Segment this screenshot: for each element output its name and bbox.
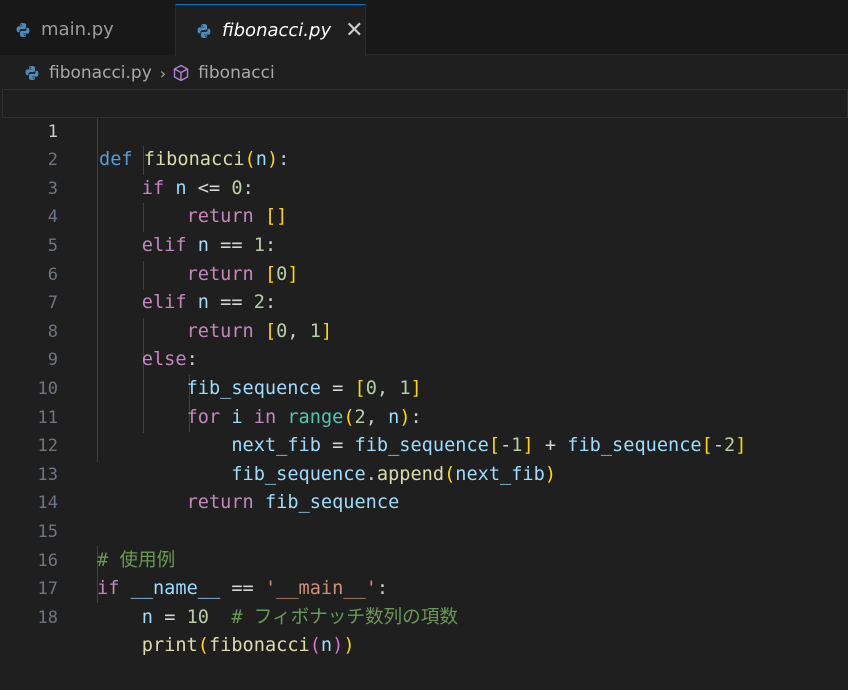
python-icon bbox=[16, 22, 30, 37]
code-line[interactable]: 10 for i in range(2, n): bbox=[0, 346, 848, 428]
code-editor[interactable]: 1 def fibonacci(n): 2 if n <= 0: 3 retur… bbox=[0, 89, 848, 657]
code-line[interactable]: 3 return [] bbox=[0, 146, 848, 228]
code-line[interactable]: 12 fib_sequence.append(next_fib) bbox=[0, 404, 848, 485]
code-line[interactable]: 15 # 使用例 bbox=[0, 489, 848, 571]
code-line[interactable]: 5 return [0] bbox=[0, 203, 848, 285]
code-line[interactable]: 11 next_fib = fib_sequence[-1] + fib_seq… bbox=[0, 375, 848, 457]
code-line[interactable]: 9 fib_sequence = [0, 1] bbox=[0, 318, 848, 399]
code-line[interactable]: 14 bbox=[0, 461, 848, 513]
code-line[interactable]: 17 n = 10 # フィボナッチ数列の項数 bbox=[0, 547, 848, 628]
code-line[interactable]: 6 elif n == 2: bbox=[0, 232, 848, 314]
chevron-right-icon: › bbox=[159, 63, 167, 83]
code-line[interactable]: 18 print(fibonacci(n)) bbox=[0, 575, 848, 657]
tab-fibonacci-py[interactable]: fibonacci.py ✕ bbox=[175, 4, 366, 56]
code-line[interactable]: 16 if __name__ == '__main__': bbox=[0, 518, 848, 600]
breadcrumb-symbol[interactable]: fibonacci bbox=[198, 63, 275, 83]
close-icon[interactable]: ✕ bbox=[345, 19, 363, 42]
line-number: 18 bbox=[37, 607, 58, 628]
symbol-method-icon bbox=[173, 64, 189, 82]
tab-bar: main.py fibonacci.py ✕ bbox=[0, 0, 848, 56]
tab-label: fibonacci.py bbox=[222, 20, 332, 41]
python-icon bbox=[197, 23, 211, 38]
code-line[interactable]: 1 def fibonacci(n): bbox=[2, 89, 848, 170]
code-line[interactable]: 8 else: bbox=[0, 289, 848, 371]
code-line[interactable]: 13 return fib_sequence bbox=[0, 432, 848, 514]
breadcrumb: fibonacci.py › fibonacci bbox=[0, 56, 848, 90]
code-text: n = 10 # フィボナッチ数列の項数 bbox=[141, 606, 458, 628]
code-line[interactable]: 4 elif n == 1: bbox=[0, 175, 848, 256]
code-line[interactable]: 7 return [0, 1] bbox=[0, 261, 848, 342]
tab-label: main.py bbox=[41, 19, 114, 40]
python-icon bbox=[25, 66, 39, 80]
breadcrumb-file[interactable]: fibonacci.py bbox=[49, 63, 152, 83]
code-line[interactable]: 2 if n <= 0: bbox=[0, 118, 848, 199]
code-text: print(fibonacci(n)) bbox=[141, 635, 355, 657]
tab-main-py[interactable]: main.py bbox=[0, 4, 174, 55]
